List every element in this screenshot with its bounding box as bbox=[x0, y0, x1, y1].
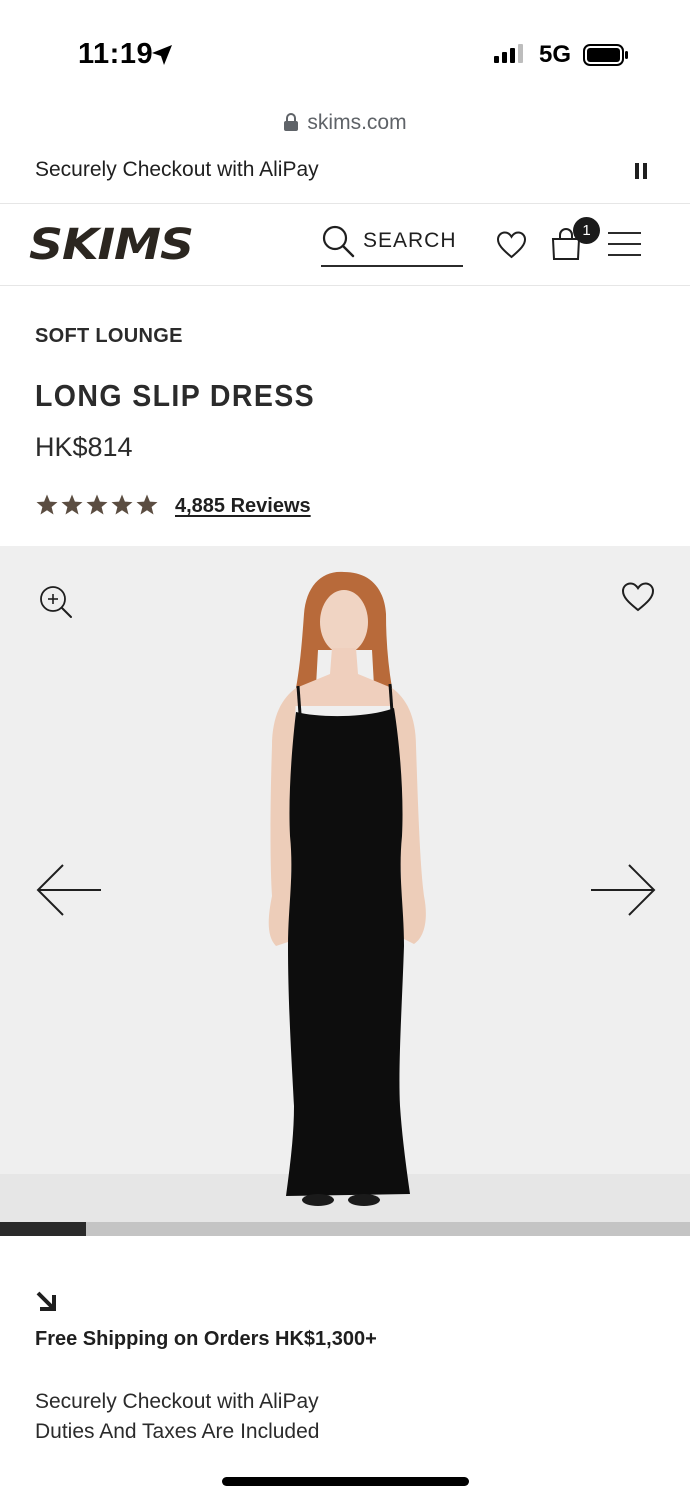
svg-text:SKIMS: SKIMS bbox=[29, 220, 193, 265]
star-icon bbox=[36, 494, 58, 515]
product-image-gallery[interactable] bbox=[0, 546, 690, 1222]
status-time: 11:19 bbox=[78, 38, 154, 70]
network-type: 5G bbox=[539, 41, 572, 68]
gallery-progress-bar bbox=[0, 1222, 690, 1236]
star-rating bbox=[35, 493, 159, 517]
search-icon bbox=[322, 225, 355, 258]
pause-announcement-button[interactable] bbox=[635, 163, 649, 179]
product-category[interactable]: SOFT LOUNGE bbox=[35, 325, 183, 348]
skims-logo[interactable]: SKIMS bbox=[27, 219, 197, 265]
alipay-text: Securely Checkout with AliPay bbox=[35, 1390, 319, 1413]
next-image-arrow-icon[interactable] bbox=[589, 862, 657, 918]
product-model-image bbox=[268, 571, 426, 1206]
cart-count-badge: 1 bbox=[573, 217, 600, 244]
previous-image-arrow-icon[interactable] bbox=[35, 862, 103, 918]
favorite-heart-icon[interactable] bbox=[621, 581, 655, 613]
down-right-arrow-icon bbox=[36, 1291, 56, 1311]
star-icon bbox=[111, 494, 133, 515]
reviews-link[interactable]: 4,885 Reviews bbox=[175, 495, 311, 518]
home-indicator[interactable] bbox=[222, 1477, 469, 1486]
star-icon bbox=[86, 494, 108, 515]
zoom-in-icon[interactable] bbox=[38, 584, 74, 620]
address-bar[interactable]: skims.com bbox=[0, 111, 690, 135]
search-button[interactable]: SEARCH bbox=[321, 224, 463, 267]
product-title: LONG SLIP DRESS bbox=[35, 378, 316, 413]
product-price: HK$814 bbox=[35, 432, 133, 462]
gallery-progress-fill bbox=[0, 1222, 87, 1236]
hamburger-menu-icon[interactable] bbox=[608, 232, 641, 265]
url-text: skims.com bbox=[307, 111, 407, 134]
divider bbox=[0, 285, 690, 286]
free-shipping-text: Free Shipping on Orders HK$1,300+ bbox=[35, 1328, 377, 1350]
announcement-text: Securely Checkout with AliPay bbox=[35, 158, 319, 181]
duties-text: Duties And Taxes Are Included bbox=[35, 1420, 320, 1443]
lock-icon bbox=[284, 113, 299, 131]
battery-icon bbox=[583, 44, 628, 66]
star-icon bbox=[61, 494, 83, 515]
location-arrow-icon bbox=[152, 45, 172, 65]
search-label: SEARCH bbox=[363, 229, 457, 252]
cellular-signal-icon bbox=[494, 44, 523, 63]
divider bbox=[0, 203, 690, 204]
pause-icon bbox=[635, 163, 639, 179]
wishlist-heart-icon[interactable] bbox=[496, 230, 527, 260]
star-icon bbox=[136, 494, 158, 515]
